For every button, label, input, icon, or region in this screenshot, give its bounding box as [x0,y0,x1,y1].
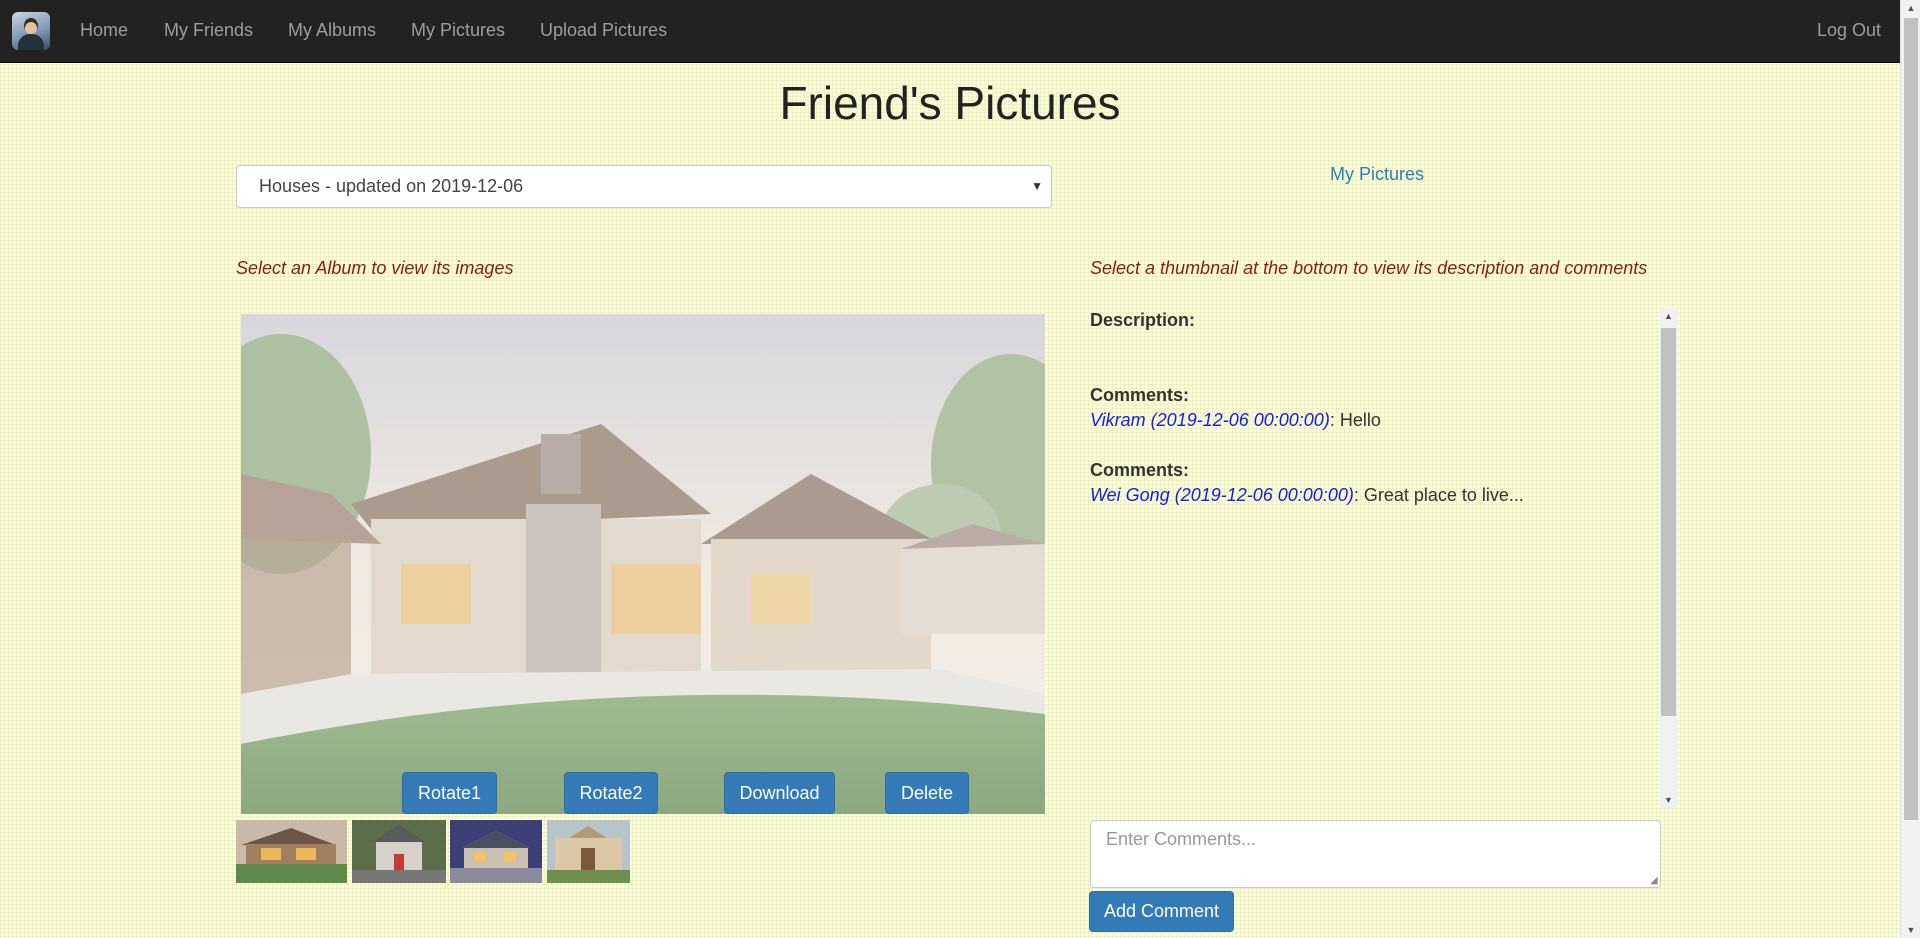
nav-upload-pictures[interactable]: Upload Pictures [540,0,667,60]
scroll-up-arrow-icon[interactable]: ▲ [1659,308,1678,324]
nav-my-albums[interactable]: My Albums [288,0,376,60]
description-label: Description: [1090,310,1196,330]
description-comments-panel: Description: Comments: Vikram (2019-12-0… [1090,306,1678,808]
nav-home[interactable]: Home [80,0,128,60]
thumbnail-house-2[interactable] [352,820,446,883]
add-comment-button[interactable]: Add Comment [1089,891,1234,932]
comment-text: : Great place to live... [1353,485,1524,505]
thumbnail-image [352,820,446,883]
resize-grip-icon[interactable]: ◢ [1650,876,1660,886]
nav-log-out[interactable]: Log Out [1817,0,1881,60]
comments-label: Comments: [1090,385,1190,405]
album-select[interactable]: Houses - updated on 2019-12-06 ▼ [236,165,1052,208]
thumbnail-hint: Select a thumbnail at the bottom to view… [1090,258,1648,278]
thumbnail-house-4[interactable] [547,820,630,883]
selected-picture [241,314,1045,814]
rotate1-button[interactable]: Rotate1 [402,772,497,814]
nav-my-friends[interactable]: My Friends [164,0,253,60]
scroll-up-arrow-icon[interactable]: ▲ [1901,0,1920,16]
thumbnail-house-3[interactable] [450,820,542,883]
caret-down-icon: ▼ [1031,179,1043,193]
brand-avatar-logo[interactable] [12,12,50,50]
avatar-face [25,22,37,34]
comment-author: Wei Gong (2019-12-06 00:00:00) [1090,485,1354,505]
top-navbar: Home My Friends My Albums My Pictures Up… [0,0,1900,63]
comments-scrollbar-thumb[interactable] [1661,328,1676,716]
thumbnail-image [450,820,542,883]
avatar-body [18,34,44,50]
comment-author: Vikram (2019-12-06 00:00:00) [1090,410,1330,430]
scroll-down-arrow-icon[interactable]: ▼ [1659,792,1678,808]
album-hint: Select an Album to view its images [236,258,514,278]
download-button[interactable]: Download [724,772,835,814]
album-select-value: Houses - updated on 2019-12-06 [259,176,524,196]
house-image [241,314,1045,814]
comment-text: : Hello [1329,410,1381,430]
nav-my-pictures[interactable]: My Pictures [411,0,505,60]
thumbnail-image [236,820,347,883]
thumbnail-image [547,820,630,883]
scroll-down-arrow-icon[interactable]: ▼ [1901,922,1920,938]
comment-item: Wei Gong (2019-12-06 00:00:00): Great pl… [1090,485,1524,506]
rotate2-button[interactable]: Rotate2 [564,772,658,814]
page-scrollbar[interactable]: ▲ ▼ [1900,0,1920,938]
thumbnail-house-1[interactable] [236,820,347,883]
comments-label: Comments: [1090,460,1190,480]
delete-button[interactable]: Delete [885,772,969,814]
page-scrollbar-thumb[interactable] [1904,18,1918,820]
comment-input[interactable] [1090,820,1661,888]
comment-item: Vikram (2019-12-06 00:00:00): Hello [1090,410,1381,431]
comments-scrollbar[interactable]: ▲ ▼ [1659,308,1678,808]
page-title: Friend's Pictures [779,77,1121,129]
my-pictures-link[interactable]: My Pictures [1330,164,1424,185]
